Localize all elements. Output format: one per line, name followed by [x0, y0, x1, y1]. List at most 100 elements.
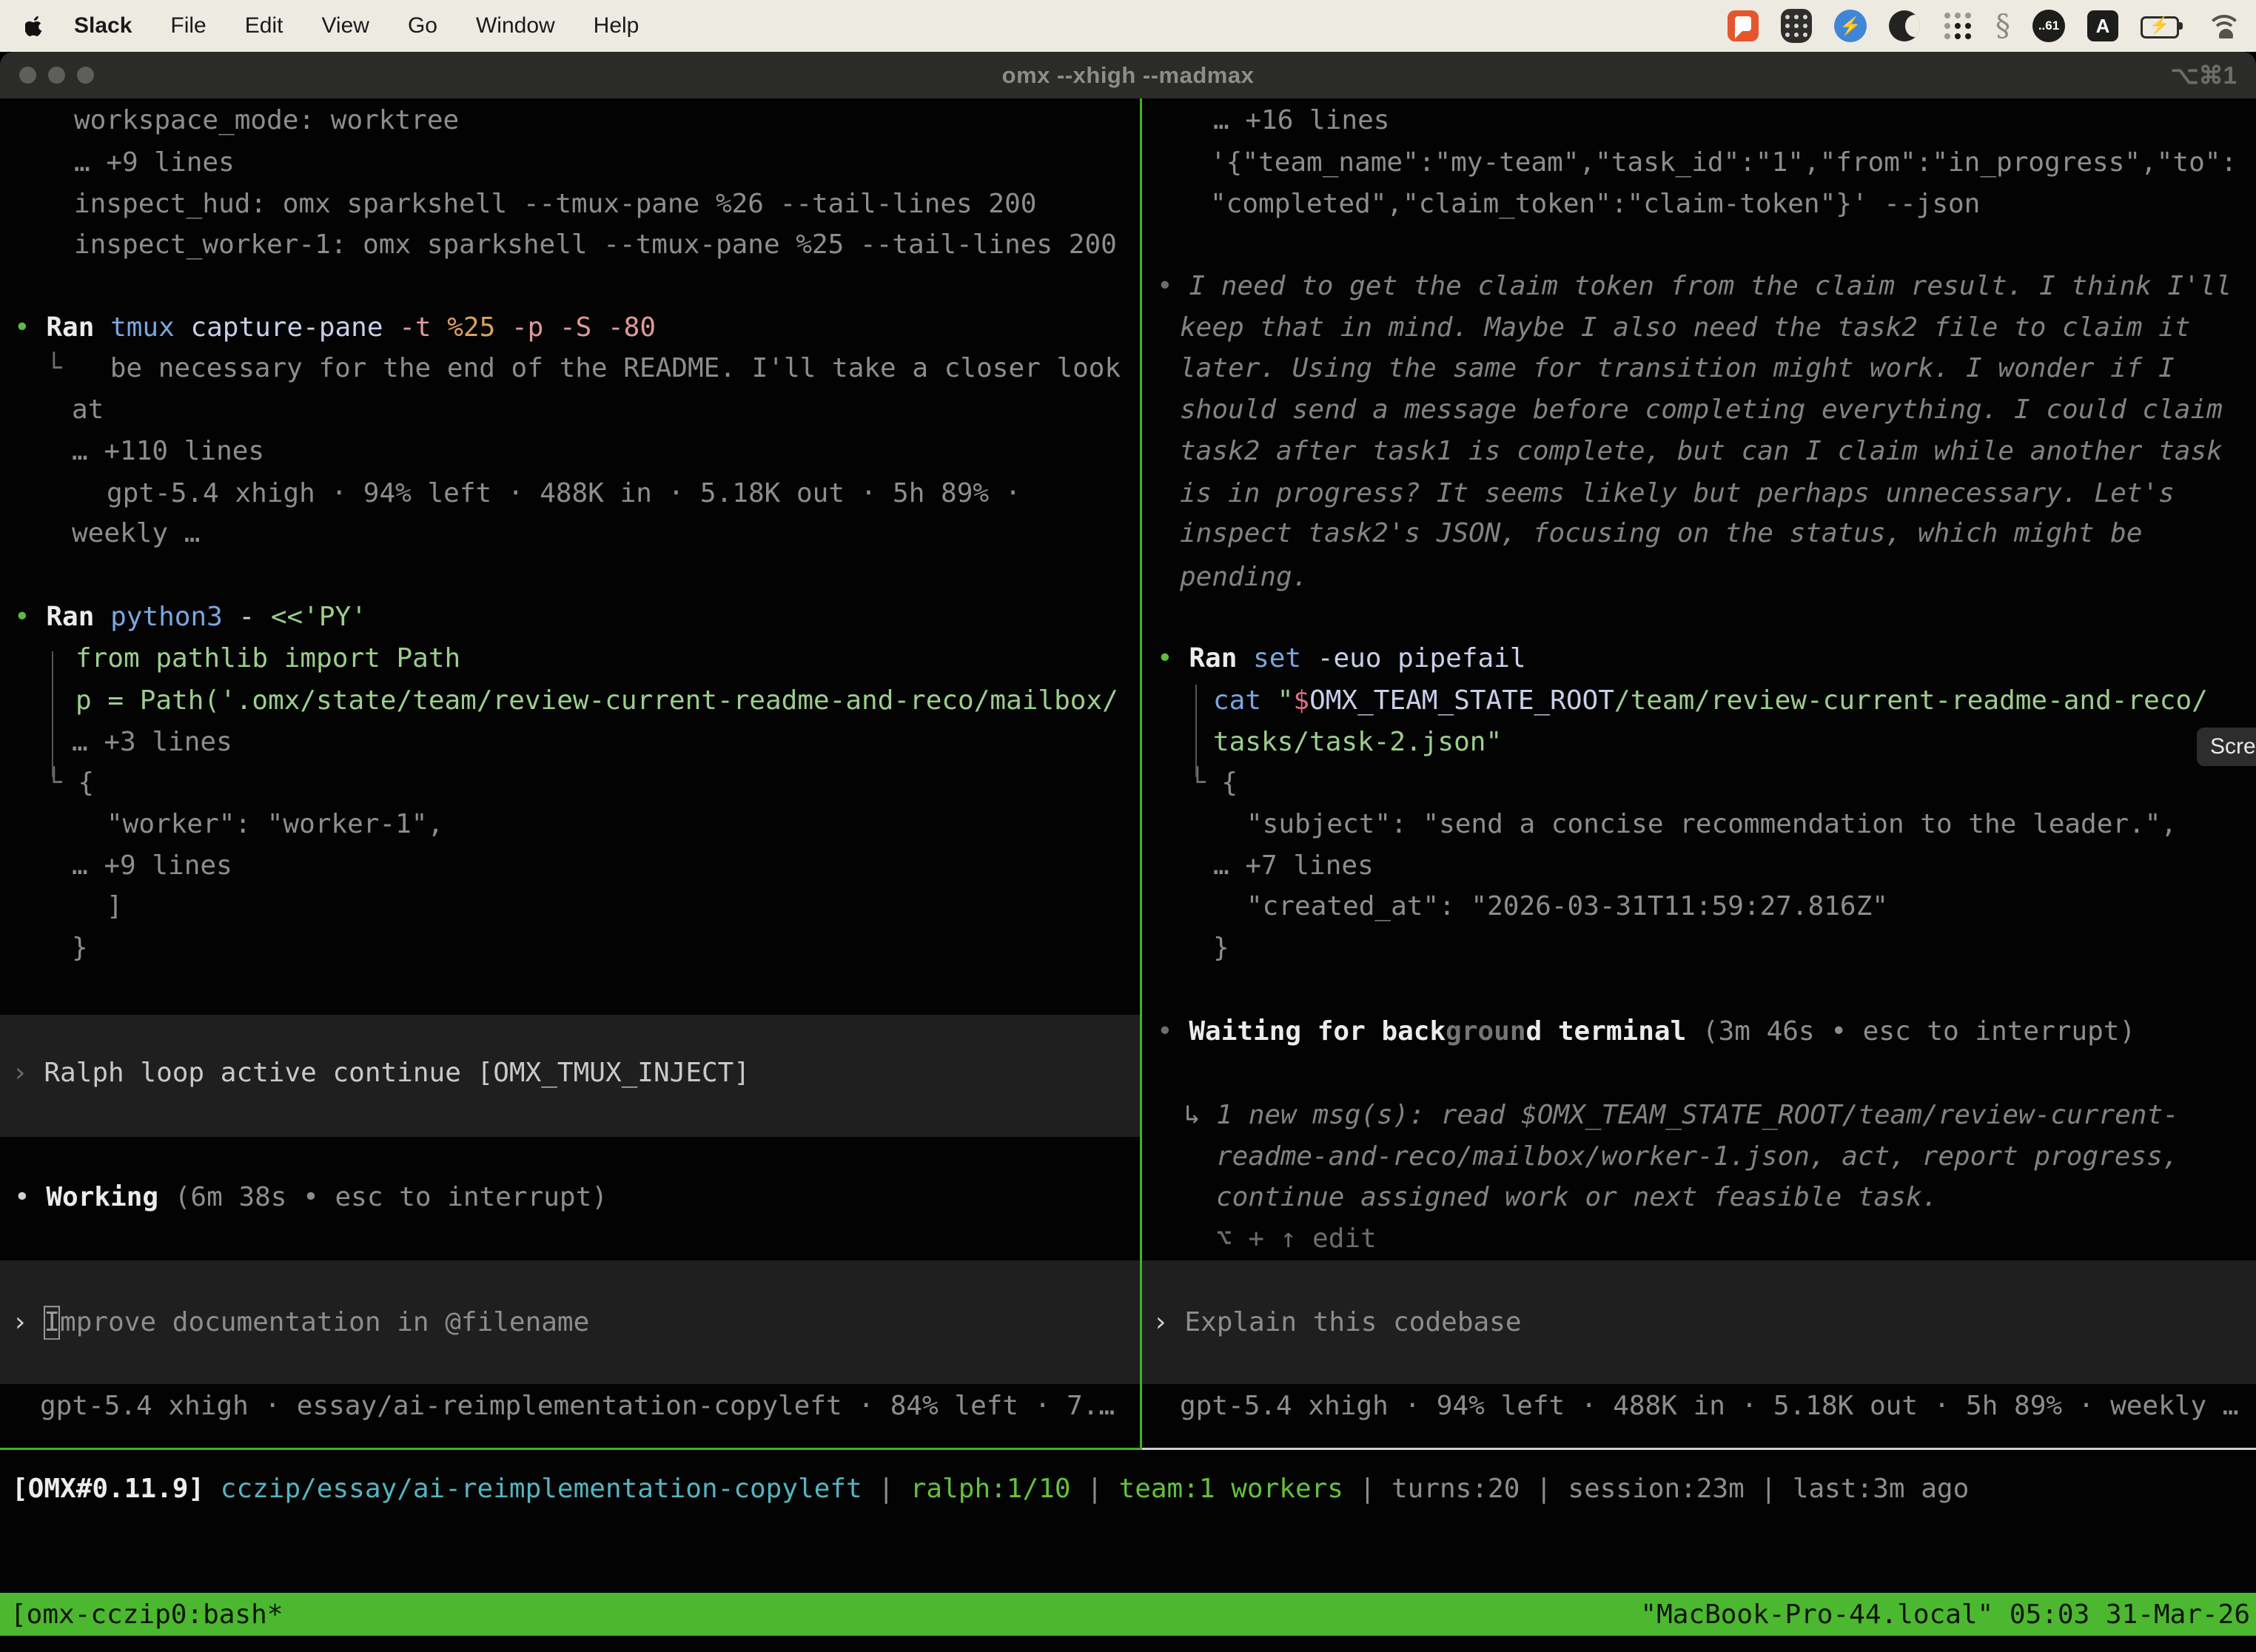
menu-items: SlackFileEditViewGoWindowHelp: [55, 13, 658, 38]
text-segment: ›: [1152, 1307, 1184, 1337]
text-segment: … +110 lines: [72, 436, 264, 466]
menu-item-slack[interactable]: Slack: [55, 13, 151, 38]
text-segment: is in progress? It seems likely but perh…: [1180, 478, 2175, 508]
window-title-bar[interactable]: omx --xhigh --madmax ⌥⌘1: [0, 52, 2256, 98]
elision-line: … +9 lines: [72, 853, 232, 879]
pane-divider-vertical[interactable]: [1140, 98, 1142, 1450]
text-segment: ]: [107, 891, 123, 921]
text-segment: should send a message before completing …: [1180, 394, 2223, 425]
letter-a-icon[interactable]: A: [2087, 10, 2118, 41]
text-segment: [OMX#0.11.9]: [12, 1474, 221, 1504]
text-segment: | turns:20 | session:23m | last:3m ago: [1343, 1474, 1969, 1504]
menu-item-file[interactable]: File: [151, 13, 225, 38]
text-segment: Waiting for back: [1189, 1016, 1446, 1047]
text-segment: %25: [447, 312, 511, 343]
command-output-line: gpt-5.4 xhigh · 94% left · 488K in · 5.1…: [107, 480, 1021, 507]
text-segment: mprove documentation in @filename: [60, 1307, 589, 1337]
waiting-status-line: • Waiting for background terminal (3m 46…: [1157, 1018, 2135, 1045]
text-segment: •: [14, 1182, 46, 1212]
text-segment: /team/review-current-readme-and-reco/: [1614, 685, 2208, 716]
pane-border-bottom-left: [0, 1448, 1142, 1450]
tree-guide-line: [1195, 685, 1197, 777]
text-segment: later. Using the same for transition mig…: [1180, 353, 2175, 383]
text-segment: Ran: [1189, 643, 1253, 674]
text-segment: Ralph loop active continue [OMX_TMUX_INJ…: [44, 1058, 750, 1088]
thinking-line: pending.: [1180, 564, 1308, 591]
dots-grid-icon[interactable]: [1942, 10, 1973, 41]
moon-circle-icon[interactable]: [1889, 10, 1920, 41]
text-segment: ›: [12, 1307, 44, 1337]
count-badge-icon[interactable]: ..61: [2032, 10, 2065, 42]
command-output-line: weekly …: [72, 520, 200, 547]
config-line: inspect_hud: omx sparkshell --tmux-pane …: [74, 191, 1036, 218]
window-title: omx --xhigh --madmax: [0, 62, 2256, 89]
text-segment: be necessary for the end of the README. …: [110, 353, 1121, 383]
script-line: p = Path('.omx/state/team/review-current…: [75, 688, 1118, 714]
text-segment: OMX_TEAM_STATE_ROOT: [1309, 685, 1614, 716]
text-segment: gpt-5.4 xhigh · 94% left · 488K in · 5.1…: [107, 478, 1021, 508]
text-segment: |: [862, 1474, 910, 1504]
wifi-icon[interactable]: [2206, 13, 2240, 38]
bolt-glyph: ⚡: [1839, 16, 1861, 37]
tree-guide-line: [52, 651, 53, 777]
text-segment: <<'PY': [271, 602, 367, 632]
text-segment: Ran: [46, 312, 110, 343]
squiggle-icon[interactable]: §: [1995, 9, 2010, 43]
model-status-line: gpt-5.4 xhigh · 94% left · 488K in · 5.1…: [1180, 1393, 2238, 1420]
command-output-line: }: [1213, 935, 1229, 961]
config-line: workspace_mode: worktree: [74, 107, 459, 134]
menu-bar-status-icons: ⚡ § ..61 A ⚡: [1728, 9, 2240, 43]
text-segment: {: [78, 768, 94, 798]
text-segment: }: [1213, 933, 1229, 963]
text-segment: inspect task2's JSON, focusing on the st…: [1180, 518, 2142, 548]
text-segment: 1 new msg(s): read $OMX_TEAM_STATE_ROOT/…: [1216, 1100, 2178, 1130]
ralph-loop-status-line: › Ralph loop active continue [OMX_TMUX_I…: [12, 1060, 750, 1087]
prompt-input-left[interactable]: › Improve documentation in @filename: [12, 1309, 589, 1336]
mailbox-message-line: continue assigned work or next feasible …: [1216, 1184, 1938, 1211]
prompt-input-right[interactable]: › Explain this codebase: [1152, 1309, 1522, 1336]
text-segment: •: [14, 312, 46, 343]
text-segment: "subject": "send a concise recommendatio…: [1246, 809, 2177, 839]
text-segment: ›: [12, 1058, 44, 1088]
text-segment: readme-and-reco/mailbox/worker-1.json, a…: [1216, 1141, 2178, 1172]
squiggle-glyph: §: [1995, 9, 2010, 43]
config-line: inspect_worker-1: omx sparkshell --tmux-…: [74, 232, 1117, 258]
text-segment: from pathlib import Path: [75, 643, 460, 674]
keypad-shield-icon[interactable]: [1781, 9, 1812, 43]
menu-item-go[interactable]: Go: [389, 13, 457, 38]
apple-menu-icon[interactable]: [25, 15, 44, 37]
menu-item-view[interactable]: View: [302, 13, 388, 38]
text-segment: |: [1071, 1474, 1119, 1504]
text-segment: python3: [110, 602, 238, 632]
chat-app-icon[interactable]: [1728, 10, 1759, 41]
text-segment: I need to get the claim token from the c…: [1189, 271, 2232, 301]
text-segment: Explain this codebase: [1184, 1307, 1521, 1337]
text-segment: cat: [1213, 685, 1278, 716]
text-segment: "worker": "worker-1",: [107, 809, 443, 839]
ran-command-line: • Ran tmux capture-pane -t %25 -p -S -80: [14, 315, 656, 341]
text-segment: }: [72, 933, 88, 963]
text-segment: $: [1293, 685, 1309, 716]
battery-charging-icon[interactable]: ⚡: [2141, 16, 2183, 36]
text-segment: keep that in mind. Maybe I also need the…: [1180, 312, 2190, 343]
text-segment: inspect_hud: omx sparkshell --tmux-pane …: [74, 189, 1036, 219]
text-segment: p = Path('.omx/state/team/review-current…: [75, 685, 1118, 716]
text-segment: ": [1278, 685, 1294, 716]
command-output-line: '{"team_name":"my-team","task_id":"1","f…: [1210, 150, 2237, 176]
text-segment: -: [238, 602, 270, 632]
elision-line: … +16 lines: [1213, 107, 1389, 134]
text-segment: at: [72, 394, 104, 425]
command-output-line: }: [72, 935, 88, 961]
tmux-host-clock-label: "MacBook-Pro-44.local" 05:03 31-Mar-26: [1640, 1599, 2250, 1630]
menu-item-window[interactable]: Window: [457, 13, 574, 38]
tmux-session-label: [omx-cczip0:bash*: [10, 1599, 283, 1630]
menu-item-edit[interactable]: Edit: [226, 13, 303, 38]
menu-item-help[interactable]: Help: [574, 13, 659, 38]
ran-command-line: • Ran python3 - <<'PY': [14, 604, 367, 631]
text-segment: … +9 lines: [74, 147, 235, 178]
terminal-area[interactable]: workspace_mode: worktree … +9 lines inspec…: [0, 98, 2256, 1652]
omx-status-bar-line: [OMX#0.11.9] cczip/essay/ai-reimplementa…: [12, 1476, 1969, 1502]
bolt-circle-icon[interactable]: ⚡: [1834, 10, 1867, 42]
elision-line: … +7 lines: [1213, 853, 1374, 879]
text-segment: "completed","claim_token":"claim-token"}…: [1210, 189, 1980, 219]
